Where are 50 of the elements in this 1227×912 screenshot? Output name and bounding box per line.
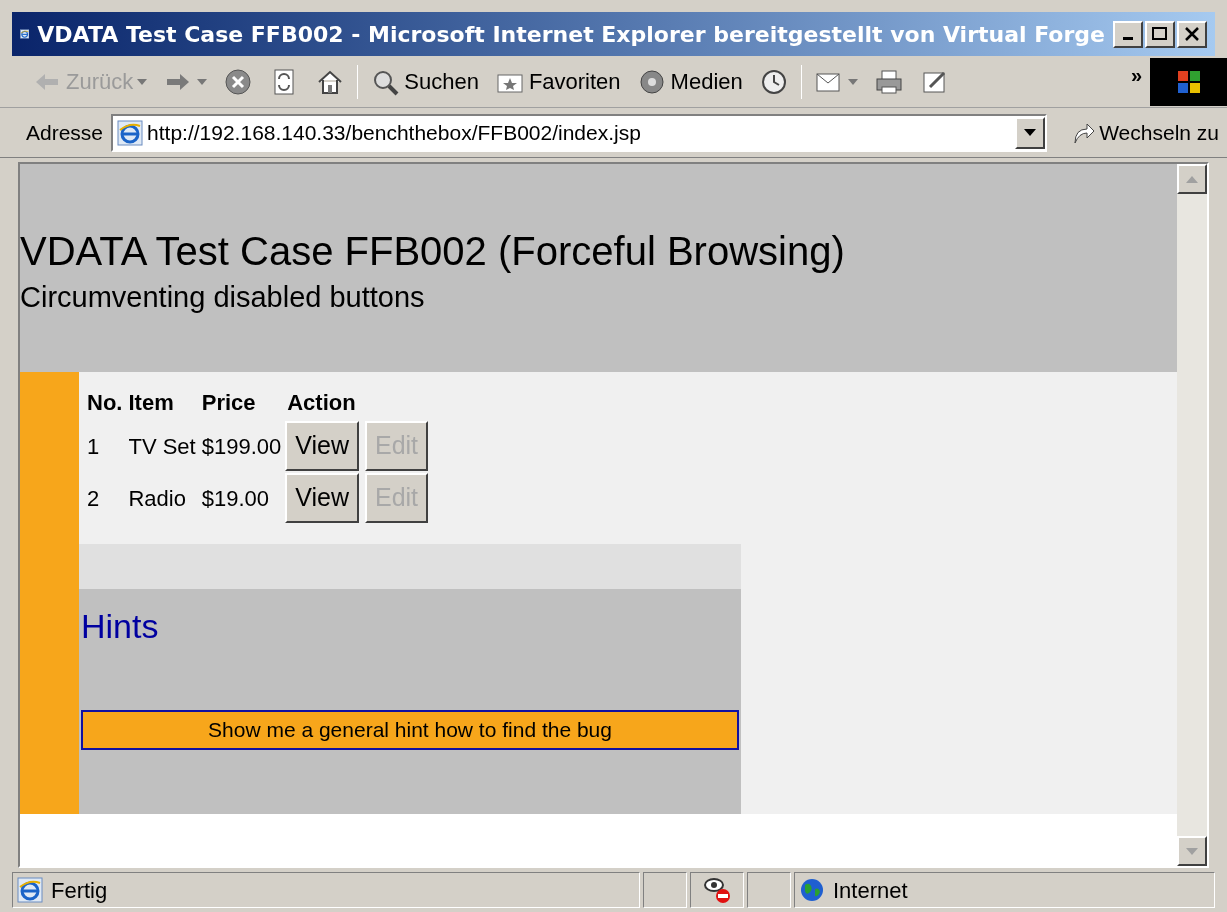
table-cell-text: $19.00 xyxy=(200,484,270,513)
globe-icon xyxy=(799,877,825,903)
table-cell-text: Radio xyxy=(127,484,187,513)
table-cell-text: $199.00 xyxy=(200,432,283,461)
address-dropdown-button[interactable] xyxy=(1015,116,1046,149)
column-header: Item xyxy=(127,389,175,417)
status-panel xyxy=(747,872,791,908)
media-button[interactable]: Medien xyxy=(632,61,747,102)
up-caret-icon xyxy=(1186,175,1198,183)
dropdown-caret-icon xyxy=(847,78,858,85)
column-header: No. xyxy=(86,389,124,417)
status-text: Fertig xyxy=(51,876,108,905)
page-title: VDATA Test Case FFB002 (Forceful Browsing) xyxy=(20,228,846,276)
favorites-button[interactable]: Favoriten xyxy=(490,61,625,102)
window-title: VDATA Test Case FFB002 - Microsoft Internet Explorer bereitgestellt von Virtual Forge xyxy=(37,20,1105,49)
windows-flag-icon xyxy=(1175,68,1202,95)
scroll-down-button[interactable] xyxy=(1177,836,1207,866)
go-button[interactable]: Wechseln zu xyxy=(1055,116,1219,149)
address-url: http://192.168.140.33/benchthebox/FFB002/index.jsp xyxy=(147,119,642,146)
toolbar-chevron[interactable]: » xyxy=(1130,60,1142,90)
column-header: Action xyxy=(286,389,357,417)
dropdown-caret-icon xyxy=(197,78,208,85)
stop-icon xyxy=(223,66,254,97)
table-cell-text: 2 xyxy=(86,484,101,513)
zone-text: Internet xyxy=(833,876,908,905)
dropdown-caret-icon xyxy=(1024,129,1037,136)
hints-title: Hints xyxy=(81,606,160,647)
view-button[interactable]: View xyxy=(285,473,359,523)
ie-logo-icon xyxy=(17,877,43,903)
close-icon xyxy=(1184,27,1200,41)
scroll-up-button[interactable] xyxy=(1177,164,1207,194)
maximize-icon xyxy=(1152,27,1168,41)
ie-logo-icon xyxy=(117,119,144,146)
privacy-blocked-icon xyxy=(702,875,732,905)
close-button[interactable] xyxy=(1177,20,1207,48)
minimize-icon xyxy=(1123,36,1133,40)
view-button[interactable]: View xyxy=(285,421,359,471)
address-field[interactable]: http://192.168.140.33/benchthebox/FFB002/index.jsp xyxy=(111,113,1048,152)
table-cell-text: 1 xyxy=(86,432,101,461)
minimize-button[interactable] xyxy=(1113,20,1143,48)
maximize-button[interactable] xyxy=(1145,20,1175,48)
address-label: Adresse xyxy=(26,119,104,146)
dropdown-caret-icon xyxy=(137,78,148,85)
column-header: Price xyxy=(200,389,257,417)
page-subtitle: Circumventing disabled buttons xyxy=(20,280,426,316)
status-panel xyxy=(643,872,687,908)
table-cell-text: TV Set xyxy=(127,432,197,461)
search-button[interactable]: Suchen xyxy=(366,61,483,102)
down-caret-icon xyxy=(1186,847,1198,855)
hint-button[interactable]: Show me a general hint how to find the bug xyxy=(81,710,739,750)
